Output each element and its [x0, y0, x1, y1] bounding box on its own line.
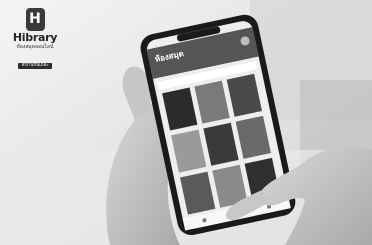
photo-scene: ห้องสมุด H Hibrary ห้องสมุดออนไลน์ #อ่าน…	[0, 0, 372, 245]
brand-name: Hibrary	[12, 31, 58, 44]
brand-hashtag: #อ่านกันเถอะ	[18, 63, 52, 69]
brand-logo: H Hibrary ห้องสมุดออนไลน์ #อ่านกันเถอะ	[8, 8, 62, 70]
brand-icon: H	[25, 8, 45, 31]
brand-subtitle: ห้องสมุดออนไลน์	[16, 44, 54, 50]
